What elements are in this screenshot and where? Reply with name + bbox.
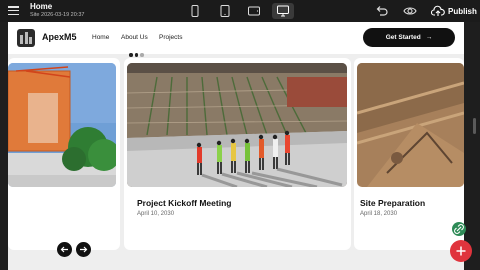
menu-icon[interactable] bbox=[8, 6, 19, 16]
cloud-upload-icon bbox=[431, 5, 445, 16]
carousel-card[interactable] bbox=[8, 58, 120, 250]
add-section-button[interactable] bbox=[450, 240, 472, 262]
carousel-dot[interactable] bbox=[129, 53, 133, 57]
carousel-dot[interactable] bbox=[140, 53, 144, 57]
card-title: Project Kickoff Meeting bbox=[137, 198, 232, 208]
brand-name[interactable]: ApexM5 bbox=[42, 32, 77, 42]
card-date: April 10, 2030 bbox=[137, 211, 175, 217]
carousel-indicator bbox=[129, 53, 144, 57]
page-title: Home bbox=[30, 2, 53, 11]
carousel-next-button[interactable] bbox=[76, 242, 91, 257]
arrow-left-icon bbox=[60, 246, 68, 253]
get-started-button[interactable]: Get Started → bbox=[363, 28, 455, 47]
editor-scrollbar bbox=[466, 22, 480, 270]
nav-about-link[interactable]: About Us bbox=[121, 34, 148, 41]
site-navbar: ApexM5 Home About Us Projects Get Starte… bbox=[8, 22, 464, 54]
nav-home-link[interactable]: Home bbox=[92, 34, 109, 41]
card-image bbox=[357, 63, 464, 187]
card-image bbox=[8, 63, 116, 187]
link-button[interactable] bbox=[452, 222, 466, 236]
card-image bbox=[127, 63, 347, 187]
tablet-icon bbox=[220, 5, 230, 17]
carousel-prev-button[interactable] bbox=[57, 242, 72, 257]
device-tablet-button[interactable] bbox=[214, 3, 236, 19]
link-icon bbox=[454, 224, 464, 234]
arrow-right-icon bbox=[80, 246, 88, 253]
undo-icon[interactable] bbox=[375, 4, 389, 18]
plus-icon bbox=[456, 246, 466, 256]
card-title: Site Preparation bbox=[360, 198, 426, 208]
brand-logo[interactable] bbox=[17, 29, 35, 47]
scrollbar-thumb[interactable] bbox=[473, 118, 476, 134]
device-desktop-button[interactable] bbox=[272, 3, 294, 19]
get-started-label: Get Started bbox=[385, 34, 421, 41]
device-tablet-landscape-button[interactable] bbox=[243, 3, 265, 19]
page-canvas: ApexM5 Home About Us Projects Get Starte… bbox=[8, 22, 464, 270]
carousel-card[interactable]: Site Preparation April 18, 2030 bbox=[354, 58, 464, 250]
carousel-card[interactable]: Project Kickoff Meeting April 10, 2030 bbox=[124, 58, 351, 250]
nav-projects-link[interactable]: Projects bbox=[159, 34, 182, 41]
publish-button[interactable]: Publish bbox=[431, 3, 477, 19]
card-date: April 18, 2030 bbox=[360, 211, 398, 217]
phone-icon bbox=[191, 5, 199, 17]
publish-label: Publish bbox=[448, 6, 477, 16]
tablet-landscape-icon bbox=[248, 6, 260, 16]
site-info: Site 2026-03-19 20:37 bbox=[30, 12, 85, 18]
arrow-right-icon: → bbox=[425, 34, 433, 41]
carousel-dot[interactable] bbox=[134, 53, 138, 57]
device-phone-button[interactable] bbox=[184, 3, 206, 19]
editor-toolbar: Home Site 2026-03-19 20:37 Publish bbox=[0, 0, 480, 22]
eye-icon[interactable] bbox=[403, 4, 417, 18]
desktop-icon bbox=[277, 5, 289, 17]
